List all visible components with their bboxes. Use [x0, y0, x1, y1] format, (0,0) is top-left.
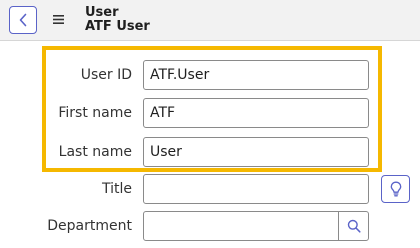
department-row: Department [0, 211, 420, 241]
user-id-field[interactable]: ATF.User [143, 60, 369, 90]
title-label: Title [101, 181, 132, 197]
title-row: Title [0, 174, 420, 204]
hamburger-menu-icon[interactable] [53, 14, 64, 25]
header-titles: User ATF User [85, 6, 150, 34]
user-id-row: User ID ATF.User [0, 60, 420, 90]
form-header: User ATF User [0, 0, 420, 41]
last-name-label: Last name [58, 144, 132, 160]
chevron-left-icon [19, 13, 27, 27]
record-name: ATF User [85, 19, 150, 34]
last-name-row: Last name User [0, 137, 420, 167]
department-lookup-button[interactable] [338, 211, 369, 241]
department-field[interactable] [143, 211, 339, 241]
suggestion-button[interactable] [381, 175, 410, 203]
back-button[interactable] [9, 6, 37, 34]
lightbulb-icon [390, 181, 401, 197]
first-name-row: First name ATF [0, 98, 420, 128]
search-icon [347, 219, 361, 233]
user-id-label: User ID [80, 67, 132, 83]
first-name-field[interactable]: ATF [143, 98, 369, 128]
first-name-label: First name [58, 105, 132, 121]
last-name-field[interactable]: User [143, 137, 369, 167]
page-title: User [85, 5, 119, 20]
title-field[interactable] [143, 174, 369, 204]
department-label: Department [47, 218, 132, 234]
